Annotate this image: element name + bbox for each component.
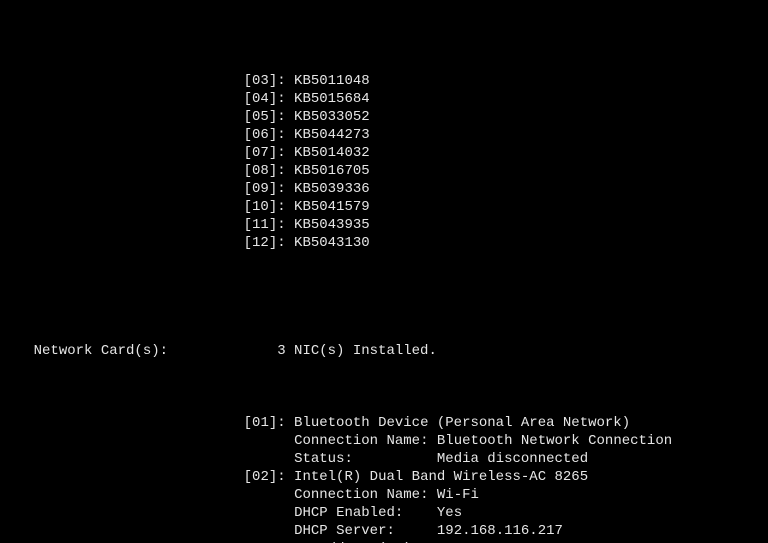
nic-detail: DHCP Enabled: Yes: [294, 505, 462, 521]
network-cards-row: Network Card(s):3 NIC(s) Installed.: [0, 324, 768, 378]
nic-detail-row: Connection Name: Bluetooth Network Conne…: [0, 432, 768, 450]
hotfix-row: [10]: KB5041579: [0, 198, 768, 216]
hotfix-index: [05]:: [244, 109, 294, 125]
hotfix-index: [10]:: [244, 199, 294, 215]
hotfix-kb: KB5014032: [294, 145, 370, 161]
hotfix-index: [07]:: [244, 145, 294, 161]
hotfix-index: [04]:: [244, 91, 294, 107]
nic-header-row: [02]: Intel(R) Dual Band Wireless-AC 826…: [0, 468, 768, 486]
nic-detail-row: Status: Media disconnected: [0, 450, 768, 468]
nic-detail-row: DHCP Enabled: Yes: [0, 504, 768, 522]
nic-detail: Connection Name: Bluetooth Network Conne…: [294, 433, 672, 449]
nic-header: [01]: Bluetooth Device (Personal Area Ne…: [244, 415, 630, 431]
hotfix-row: [11]: KB5043935: [0, 216, 768, 234]
hotfix-row: [12]: KB5043130: [0, 234, 768, 252]
hotfix-row: [06]: KB5044273: [0, 126, 768, 144]
nic-detail: DHCP Server: 192.168.116.217: [294, 523, 563, 539]
hotfix-list: [03]: KB5011048 [04]: KB5015684 [05]: KB…: [0, 72, 768, 252]
nic-detail-row: Connection Name: Wi-Fi: [0, 486, 768, 504]
hotfix-row: [08]: KB5016705: [0, 162, 768, 180]
network-cards-list: [01]: Bluetooth Device (Personal Area Ne…: [0, 414, 768, 543]
hotfix-kb: KB5016705: [294, 163, 370, 179]
hotfix-kb: KB5015684: [294, 91, 370, 107]
hotfix-kb: KB5033052: [294, 109, 370, 125]
terminal-output: [03]: KB5011048 [04]: KB5015684 [05]: KB…: [0, 0, 768, 543]
hotfix-index: [12]:: [244, 235, 294, 251]
nic-detail-row: DHCP Server: 192.168.116.217: [0, 522, 768, 540]
hotfix-row: [07]: KB5014032: [0, 144, 768, 162]
hotfix-kb: KB5044273: [294, 127, 370, 143]
hotfix-index: [08]:: [244, 163, 294, 179]
network-cards-label: Network Card(s):: [34, 342, 278, 360]
nic-header-row: [01]: Bluetooth Device (Personal Area Ne…: [0, 414, 768, 432]
hotfix-index: [06]:: [244, 127, 294, 143]
hotfix-row: [05]: KB5033052: [0, 108, 768, 126]
hotfix-kb: KB5011048: [294, 73, 370, 89]
hotfix-index: [11]:: [244, 217, 294, 233]
hotfix-kb: KB5043935: [294, 217, 370, 233]
nic-header: [02]: Intel(R) Dual Band Wireless-AC 826…: [244, 469, 588, 485]
hotfix-index: [03]:: [244, 73, 294, 89]
hotfix-row: [04]: KB5015684: [0, 90, 768, 108]
network-cards-summary: 3 NIC(s) Installed.: [277, 343, 437, 359]
hotfix-row: [09]: KB5039336: [0, 180, 768, 198]
nic-detail: Status: Media disconnected: [294, 451, 588, 467]
hotfix-kb: KB5039336: [294, 181, 370, 197]
hotfix-kb: KB5041579: [294, 199, 370, 215]
nic-detail: Connection Name: Wi-Fi: [294, 487, 479, 503]
hotfix-index: [09]:: [244, 181, 294, 197]
hotfix-kb: KB5043130: [294, 235, 370, 251]
hotfix-row: [03]: KB5011048: [0, 72, 768, 90]
